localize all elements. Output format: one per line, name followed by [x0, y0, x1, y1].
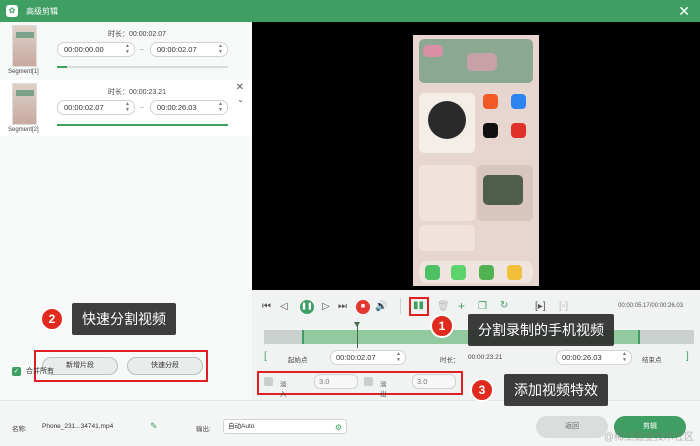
add-icon[interactable]: +	[458, 300, 465, 312]
close-icon[interactable]: ✕	[678, 3, 690, 19]
stepper-icon[interactable]: ▲ ▼	[396, 351, 401, 363]
reset-icon[interactable]: ↻	[500, 300, 508, 312]
prev-frame-icon[interactable]: ◁	[280, 301, 288, 313]
next-frame-icon[interactable]: ▷	[322, 301, 330, 313]
segment-progress	[57, 124, 228, 126]
fade-in-input[interactable]: 3.0	[314, 374, 358, 389]
name-label: 名称:	[12, 426, 27, 433]
chevron-down-icon[interactable]: ⌄	[237, 95, 244, 104]
segment-panel: Segment[1] 时长：00:00:02.07 00:00:00.00 ▲ ▼…	[0, 22, 252, 400]
app-logo-icon: ✿	[6, 5, 18, 17]
segment-label: Segment[1]	[8, 69, 39, 75]
segment-duration: 时长：00:00:23.21	[108, 89, 166, 96]
trim-start-input[interactable]: 00:00:02.07 ▲ ▼	[330, 350, 406, 365]
trim-row: [ 起始点 00:00:02.07 ▲ ▼ 时长： 00:00:23.21 00:…	[264, 350, 694, 366]
stepper-icon[interactable]: ▲ ▼	[125, 101, 130, 113]
trim-end-input[interactable]: 00:00:26.03 ▲ ▼	[556, 350, 632, 365]
trash-icon[interactable]: 🗑	[437, 301, 450, 313]
step-badge: 3	[470, 378, 494, 402]
title-bar: ✿ 高级剪辑 ✕	[0, 0, 700, 22]
delete-segment-icon[interactable]: ✕	[236, 82, 244, 93]
fade-in-checkbox[interactable]	[264, 377, 273, 386]
segment-thumbnail	[12, 83, 37, 125]
step-badge: 1	[430, 314, 454, 338]
segment-thumbnail	[12, 25, 37, 67]
start-bracket-icon[interactable]: [	[264, 351, 267, 362]
stepper-icon[interactable]: ▲ ▼	[218, 43, 223, 55]
segment-start-input[interactable]: 00:00:02.07 ▲ ▼	[57, 100, 135, 115]
segment-duration: 时长：00:00:02.07	[108, 31, 166, 38]
step-callout: 添加视频特效	[504, 374, 608, 406]
stop-icon[interactable]: ■	[356, 300, 370, 314]
end-bracket-icon[interactable]: ]	[686, 351, 689, 362]
player-timecode: 00:00:05.17/00:00:26.03	[618, 303, 684, 309]
fade-out-label: 淡出	[380, 381, 387, 398]
start-point-label[interactable]: 起始点	[288, 354, 308, 364]
playhead[interactable]	[354, 322, 360, 348]
mark-out-icon[interactable]: [▫]	[559, 301, 568, 313]
video-preview[interactable]	[252, 22, 700, 290]
trim-duration-value: 00:00:23.21	[468, 354, 503, 361]
trim-duration-label: 时长：	[440, 357, 460, 364]
fade-out-input[interactable]: 3.0	[412, 374, 456, 389]
segment-progress	[57, 66, 228, 68]
segment-start-input[interactable]: 00:00:00.00 ▲ ▼	[57, 42, 135, 57]
stepper-icon[interactable]: ▲ ▼	[622, 351, 627, 363]
segment-item[interactable]: Segment[2] 时长：00:00:23.21 00:00:02.07 ▲ ▼…	[0, 80, 252, 136]
segment-item[interactable]: Segment[1] 时长：00:00:02.07 00:00:00.00 ▲ ▼…	[0, 22, 252, 78]
phone-screen-preview	[413, 35, 539, 286]
file-name: Phone_231...34741.mp4	[42, 423, 114, 430]
copy-icon[interactable]: ❐	[478, 301, 487, 313]
mark-in-icon[interactable]: [▸]	[535, 301, 546, 313]
segment-end-input[interactable]: 00:00:26.03 ▲ ▼	[150, 100, 228, 115]
merge-all-checkbox[interactable]: ✓ 合并所有	[12, 366, 54, 376]
window-title: 高级剪辑	[26, 6, 58, 16]
quick-split-button[interactable]: 快速分段	[127, 357, 203, 375]
skip-start-icon[interactable]: ⏮	[262, 301, 271, 313]
stepper-icon[interactable]: ▲ ▼	[218, 101, 223, 113]
pause-icon[interactable]: ❚❚	[300, 300, 314, 314]
segment-label: Segment[2]	[8, 127, 39, 133]
watermark: @稀土掘金技术社区	[603, 432, 694, 443]
volume-icon[interactable]: 🔊	[375, 301, 387, 313]
step-callout: 快速分割视频	[72, 303, 176, 335]
stepper-icon[interactable]: ▲ ▼	[125, 43, 130, 55]
output-select[interactable]: 自动Auto ⚙	[223, 419, 347, 434]
checkmark-icon: ✓	[12, 366, 21, 376]
step-badge: 2	[40, 307, 64, 331]
segment-end-input[interactable]: 00:00:02.07 ▲ ▼	[150, 42, 228, 57]
fade-in-label: 淡入	[280, 381, 287, 398]
gear-icon[interactable]: ⚙	[335, 421, 342, 434]
skip-end-icon[interactable]: ⏭	[338, 301, 347, 313]
end-point-label[interactable]: 结束点	[642, 354, 662, 364]
fade-out-checkbox[interactable]	[364, 377, 373, 386]
pencil-icon[interactable]: ✎	[150, 421, 158, 432]
step-callout: 分割录制的手机视频	[468, 314, 614, 346]
back-button[interactable]: 返回	[536, 416, 608, 438]
output-label: 输出:	[196, 426, 211, 433]
footer-bar: 名称: Phone_231...34741.mp4 ✎ 输出: 自动Auto ⚙…	[0, 400, 700, 446]
split-icon[interactable]: ▮▮	[413, 300, 424, 312]
